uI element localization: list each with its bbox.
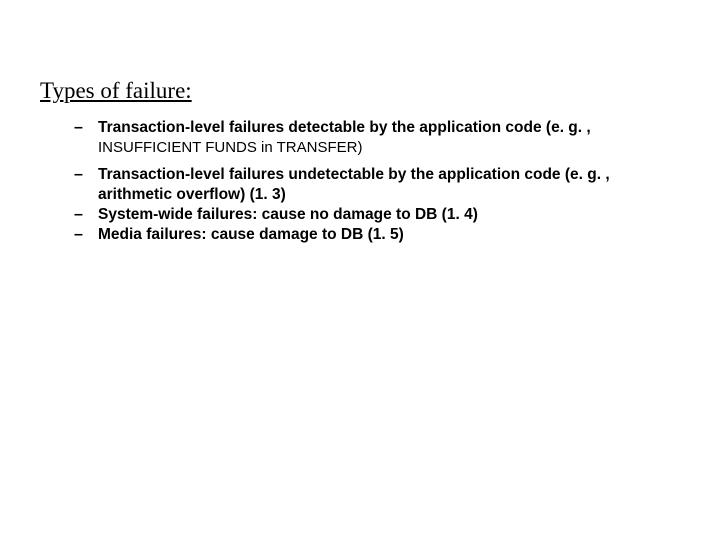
item-text: Transaction-level failures undetectable … [98,166,610,203]
item-text: Media failures: cause damage to DB (1. 5… [98,226,404,243]
list-item: Transaction-level failures undetectable … [74,165,680,205]
item-subtext: INSUFFICIENT FUNDS in TRANSFER) [98,139,680,157]
item-text: System-wide failures: cause no damage to… [98,206,478,223]
list-item: Transaction-level failures detectable by… [74,118,680,157]
item-text: Transaction-level failures detectable by… [98,119,591,136]
bullet-list: Transaction-level failures detectable by… [74,118,680,245]
list-item: Media failures: cause damage to DB (1. 5… [74,225,680,245]
list-item: System-wide failures: cause no damage to… [74,205,680,225]
heading: Types of failure: [40,78,680,104]
slide: Types of failure: Transaction-level fail… [0,0,720,540]
